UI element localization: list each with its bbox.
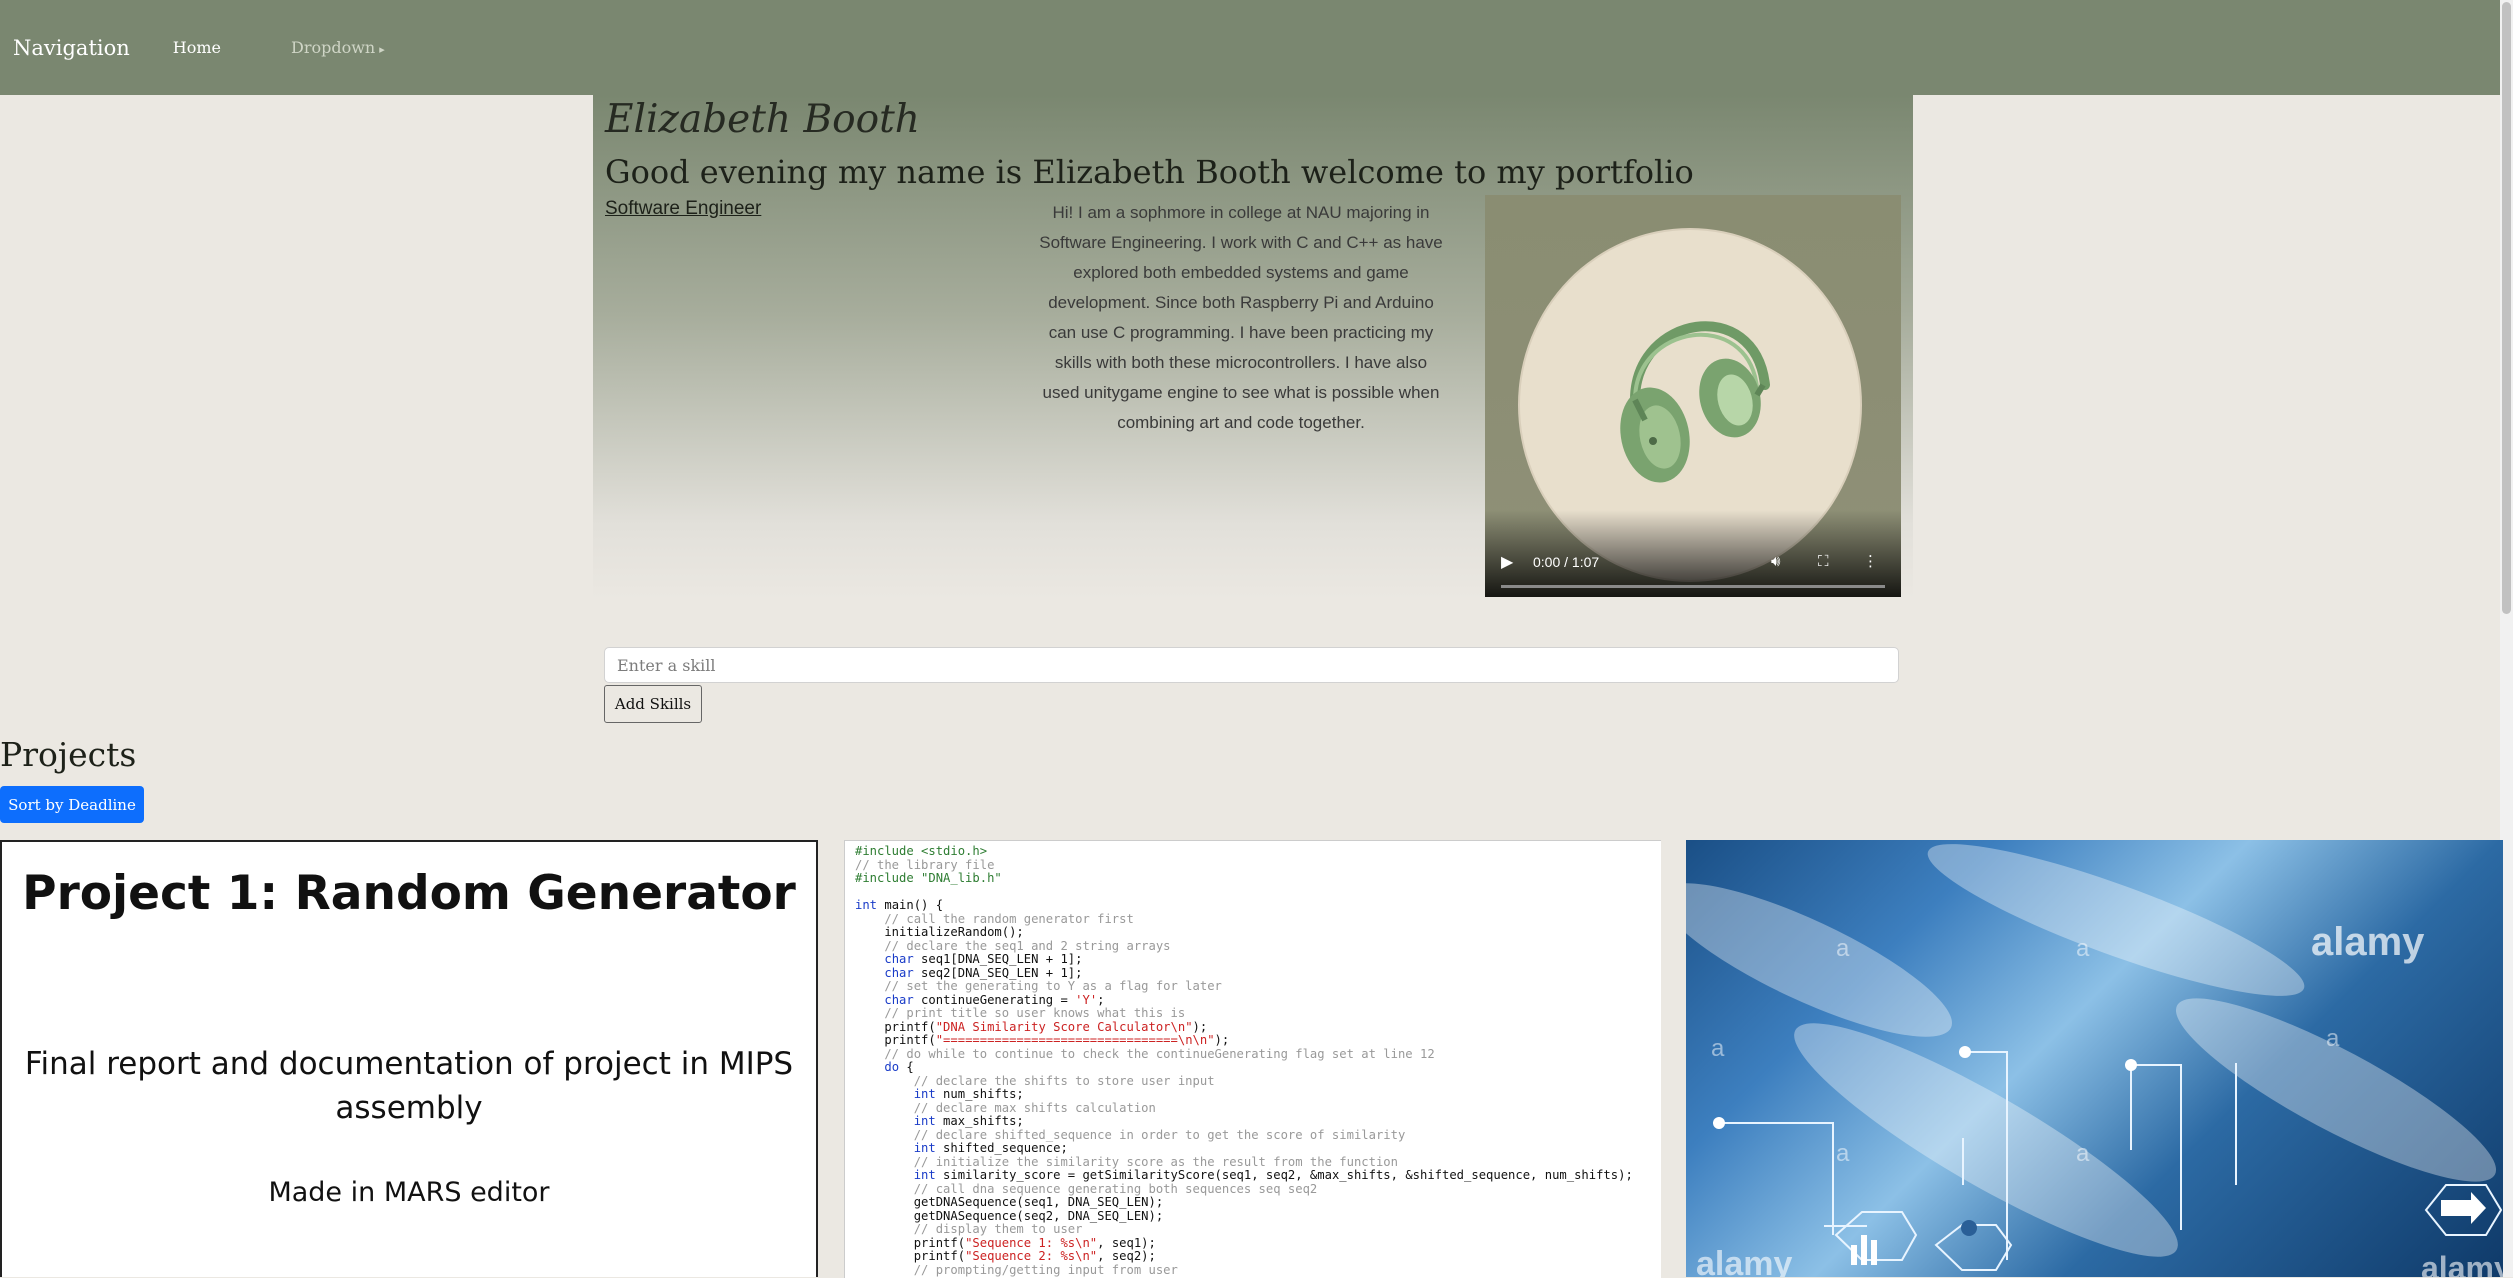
code-line: int max_shifts;: [913, 1114, 1024, 1128]
navbar: Navigation Home Dropdown ▸: [0, 0, 2500, 95]
project-1-title: Project 1: Random Generator: [22, 866, 796, 921]
intro-video[interactable]: ▶ 0:00 / 1:07 🔊︎ ⛶ ⋮: [1485, 195, 1901, 597]
watermark-letter: a: [2326, 1025, 2340, 1052]
hero-bio: Hi! I am a sophmore in college at NAU ma…: [1039, 203, 1443, 432]
play-icon[interactable]: ▶: [1501, 552, 1513, 571]
code-line: int main() {: [855, 898, 944, 912]
fullscreen-icon[interactable]: ⛶: [1818, 552, 1829, 570]
code-line: // initialize the similarity score as th…: [855, 1154, 1398, 1169]
hero-section: Elizabeth Booth Good evening my name is …: [593, 95, 1913, 600]
video-controls: ▶ 0:00 / 1:07 🔊︎ ⛶ ⋮: [1485, 510, 1901, 597]
skill-input[interactable]: [604, 647, 1899, 683]
code-line: // call dna sequence generating both seq…: [855, 1181, 1318, 1196]
code-line: getDNASequence(seq2, DNA_SEQ_LEN);: [855, 1208, 1164, 1223]
code-line: printf("================================…: [855, 1033, 1230, 1047]
add-skills-button[interactable]: Add Skills: [604, 685, 702, 723]
watermark-letter: a: [1711, 1035, 1725, 1062]
code-line: #include "DNA_lib.h": [855, 871, 1002, 885]
code-line: // declare the shifts to store user inpu…: [855, 1073, 1215, 1088]
nav-dropdown-label: Dropdown: [291, 38, 376, 57]
code-line: // declare shifted_sequence in order to …: [855, 1127, 1406, 1142]
code-line: printf("Sequence 2: %s\n", seq2);: [855, 1249, 1156, 1263]
alamy-watermark: alamy: [2311, 920, 2425, 964]
projects-heading: Projects: [0, 735, 137, 774]
watermark-letter: a: [1836, 935, 1850, 962]
code-line: do {: [884, 1060, 914, 1074]
code-line: // the library file: [855, 857, 995, 872]
code-line: // call the random generator first: [855, 911, 1134, 926]
code-line: char seq1[DNA_SEQ_LEN + 1];: [884, 952, 1083, 966]
volume-icon[interactable]: 🔊︎: [1771, 552, 1780, 570]
hero-greeting: Good evening my name is Elizabeth Booth …: [605, 153, 1694, 191]
nav-link-home[interactable]: Home: [173, 38, 221, 57]
project-card-3-image[interactable]: alamy alamy alamy a a a a a a: [1686, 840, 2503, 1277]
hero-role-link[interactable]: Software Engineer: [605, 198, 761, 220]
code-line: // declare max shifts calculation: [855, 1100, 1156, 1115]
code-line: // prompting/getting input from user: [855, 1262, 1178, 1277]
watermark-letter: a: [2076, 1140, 2090, 1167]
chevron-right-icon: ▸: [379, 43, 385, 56]
code-line: #include <stdio.h>: [855, 844, 988, 858]
hero-name: Elizabeth Booth: [605, 97, 920, 142]
code-line: // display them to user: [855, 1222, 1083, 1236]
project-card-2-code-screenshot[interactable]: #include <stdio.h>// the library file #in…: [844, 840, 1661, 1278]
project-1-made-in: Made in MARS editor: [268, 1177, 550, 1208]
code-line: // declare the seq1 and 2 string arrays: [855, 938, 1171, 953]
watermark-letter: a: [2076, 935, 2090, 962]
circuit-image: [1686, 844, 2503, 1271]
more-options-icon[interactable]: ⋮: [1863, 552, 1878, 570]
code-line: char continueGenerating = 'Y';: [884, 992, 1105, 1007]
code-line: // do while to continue to check the con…: [855, 1046, 1435, 1061]
code-line: // print title so user knows what this i…: [855, 1006, 1186, 1020]
sort-by-deadline-button[interactable]: Sort by Deadline: [0, 786, 144, 823]
alamy-watermark: alamy: [1696, 1245, 1793, 1277]
scrollbar-thumb[interactable]: [2502, 2, 2511, 614]
project-card-1[interactable]: Project 1: Random Generator Final report…: [0, 840, 818, 1277]
code-line: getDNASequence(seq1, DNA_SEQ_LEN);: [855, 1195, 1164, 1209]
video-time: 0:00 / 1:07: [1533, 554, 1600, 570]
code-line: char seq2[DNA_SEQ_LEN + 1];: [884, 965, 1083, 980]
code-line: int num_shifts;: [913, 1087, 1024, 1101]
video-progress-bar[interactable]: [1501, 585, 1885, 588]
code-line: int similarity_score = getSimilarityScor…: [913, 1168, 1633, 1182]
nav-dropdown[interactable]: Dropdown ▸: [291, 38, 385, 57]
code-line: printf("DNA Similarity Score Calculator\…: [855, 1019, 1208, 1034]
alamy-watermark: alamy: [2421, 1250, 2503, 1277]
watermark-letter: a: [1836, 1140, 1850, 1167]
code-line: int shifted_sequence;: [913, 1141, 1068, 1155]
navbar-brand[interactable]: Navigation: [13, 36, 130, 60]
code-line: printf("Sequence 1: %s\n", seq1);: [855, 1235, 1156, 1250]
code-block: #include <stdio.h>// the library file #in…: [845, 841, 1661, 1277]
project-1-description: Final report and documentation of projec…: [24, 1046, 794, 1126]
code-line: // set the generating to Y as a flag for…: [855, 979, 1222, 993]
code-line: initializeRandom();: [855, 925, 1024, 939]
